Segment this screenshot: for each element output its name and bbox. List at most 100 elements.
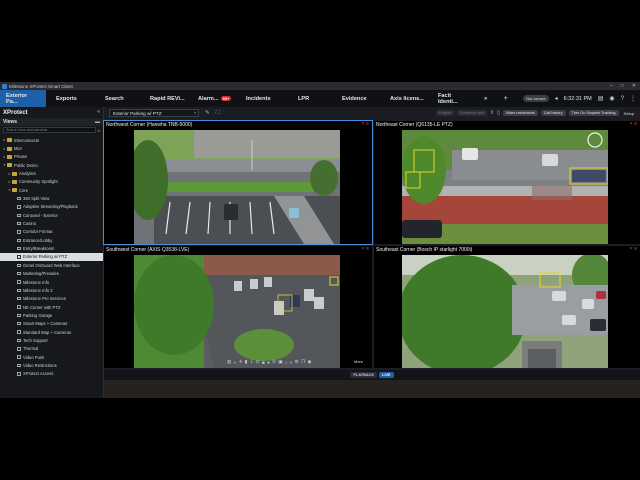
suspect-tracking-button[interactable]: Turn On Suspect Tracking: [568, 110, 619, 116]
tree-view-item[interactable]: Exterior Parking w/ PTZ: [0, 252, 103, 262]
notification-icon[interactable]: ◂: [555, 95, 558, 102]
tree-view-item[interactable]: Tech Support: [0, 336, 103, 344]
chevron-down-icon: ▾: [194, 111, 196, 115]
tree-folder[interactable]: ▸ Community Spotlight: [0, 178, 103, 186]
live-mode-button[interactable]: LIVE: [379, 372, 394, 378]
camera-tile[interactable]: Southeast Corner (Bosch IP starlight 700…: [374, 246, 640, 368]
close-camera-icon[interactable]: × ≡: [362, 246, 369, 252]
user-icon[interactable]: ◉: [609, 95, 614, 102]
digital-zoom-icon[interactable]: ⌕: [234, 360, 237, 365]
tree-folder[interactable]: ▾ Core: [0, 186, 103, 194]
tab-incidents[interactable]: Incidents: [240, 90, 288, 107]
snapshot-icon[interactable]: ◙: [262, 360, 265, 365]
tree-view-item[interactable]: XProtect Access: [0, 370, 103, 378]
pencil-icon[interactable]: ✎: [205, 110, 210, 116]
views-search-input[interactable]: Search view and cameras: [3, 127, 96, 133]
close-camera-icon[interactable]: × ≡: [630, 121, 637, 127]
tree-folder[interactable]: ▾ Public Demo: [0, 161, 103, 169]
tree-view-item[interactable]: Genel OnGuard Web Interface: [0, 261, 103, 269]
call-history-button[interactable]: Call history: [540, 110, 566, 116]
tree-view-item[interactable]: Parking Garage: [0, 311, 103, 319]
help-icon[interactable]: ?: [621, 96, 624, 102]
maximize-icon[interactable]: □: [621, 83, 624, 89]
export-icon[interactable]: ⇪: [490, 110, 494, 116]
document-icon[interactable]: ▤: [598, 95, 604, 102]
tab-axis-license[interactable]: Axis licens...: [384, 90, 432, 107]
tree-view-item[interactable]: Entrance/Lobby: [0, 236, 103, 244]
setup-button[interactable]: Setup: [622, 110, 636, 117]
tab-evidence[interactable]: Evidence: [336, 90, 384, 107]
mute-icon[interactable]: ◉: [307, 359, 311, 365]
tab-search[interactable]: Search: [96, 90, 144, 107]
tree-view-item[interactable]: Video Restrictions: [0, 361, 103, 369]
tree-folder[interactable]: ▸ Private: [0, 153, 103, 161]
tab-label: Exterior Pa...: [6, 92, 28, 105]
tree-view-item[interactable]: Smart Maps + Cameras: [0, 320, 103, 328]
tree-view-item[interactable]: Carousel - Exterior: [0, 211, 103, 219]
tab-label: Exports: [56, 95, 77, 102]
more-tabs-button[interactable]: »: [478, 90, 498, 107]
record-icon[interactable]: ●: [267, 360, 270, 365]
copy-icon[interactable]: ❐: [301, 359, 305, 365]
fullscreen-icon[interactable]: ⛶: [216, 110, 220, 117]
tree-view-item[interactable]: Milestone Info 2: [0, 286, 103, 294]
minimize-icon[interactable]: –: [610, 83, 613, 89]
tree-view-item[interactable]: Marketing/Presales: [0, 270, 103, 278]
tree-view-item[interactable]: NE Corner with PTZ: [0, 303, 103, 311]
search-icon[interactable]: ⌕: [290, 360, 293, 365]
export-icon[interactable]: ⇩: [250, 359, 254, 365]
video-restrictions-button[interactable]: Video restrictions: [502, 110, 538, 116]
settings-icon[interactable]: ⚙: [295, 359, 299, 365]
tree-view-item[interactable]: 360 Split View: [0, 194, 103, 202]
collapse-sidebar-icon[interactable]: «: [97, 109, 100, 115]
timeline-area[interactable]: [104, 380, 640, 398]
window-title: Milestone XProtect Smart Client: [9, 83, 73, 89]
camera-tile[interactable]: Northwest Corner (Hanwha TNB-9000) × ≡: [103, 120, 373, 245]
print-icon[interactable]: ▣: [278, 359, 282, 365]
views-pane-header[interactable]: Views ▬: [0, 118, 103, 126]
tree-folder[interactable]: ▸ Analytics: [0, 169, 103, 177]
talk-icon[interactable]: ✆: [272, 359, 276, 365]
tree-view-item[interactable]: Video Push: [0, 353, 103, 361]
tree-view-item[interactable]: Standard Map + Cameras: [0, 328, 103, 336]
view-selector[interactable]: Exterior Parking w/ PTZ ▾: [109, 109, 199, 117]
tab-exterior-parking[interactable]: Exterior Pa...: [0, 90, 46, 107]
minimize-pane-icon[interactable]: ▬: [95, 119, 100, 125]
lock-icon[interactable]: ⊡: [256, 359, 260, 365]
close-camera-icon[interactable]: × ≡: [362, 121, 369, 127]
playback-icon[interactable]: ▥: [227, 359, 231, 365]
tree-view-item[interactable]: Milestone Info: [0, 278, 103, 286]
bookmark-icon[interactable]: ▮: [245, 359, 247, 365]
search-icon[interactable]: ⌕: [98, 128, 100, 133]
tab-lpr[interactable]: LPR: [288, 90, 336, 107]
audio-icon[interactable]: ♪: [285, 360, 287, 365]
camera-title: Southwest Corner (AXIS Q3538-LVE): [106, 247, 190, 253]
camera-tile[interactable]: Southwest Corner (AXIS Q3538-LVE) × ≡: [104, 246, 372, 368]
more-button[interactable]: More: [354, 359, 363, 364]
tab-alarms[interactable]: Alarm... 99+: [192, 90, 240, 107]
close-icon[interactable]: ✕: [632, 83, 636, 89]
tab-exports[interactable]: Exports: [46, 90, 96, 107]
tree-view-item[interactable]: Casino: [0, 219, 103, 227]
tree-view-item[interactable]: Entry/Breakroom: [0, 244, 103, 252]
bookmark-icon[interactable]: ▯: [497, 110, 500, 116]
playback-mode-button[interactable]: PLAYBACK: [350, 372, 378, 378]
tree-folder[interactable]: ▸ Interconnects: [0, 136, 103, 144]
connection-status-pill[interactable]: Not secure: [523, 95, 549, 102]
tree-item-label: Public Demo: [14, 162, 38, 168]
settings-menu-icon[interactable]: ⋮: [630, 95, 636, 102]
tree-view-item[interactable]: Adaptive Streaming/Playback: [0, 203, 103, 211]
tree-view-item[interactable]: Milestone Pro Services: [0, 295, 103, 303]
language-dropdown[interactable]: English: [435, 110, 455, 116]
camera-tile[interactable]: Northeast Corner (Q6135-LE PTZ) × ≡: [374, 121, 640, 244]
tab-rapid-review[interactable]: Rapid REVi...: [144, 90, 192, 107]
tree-view-item[interactable]: Thermal: [0, 345, 103, 353]
tab-facit-identify[interactable]: Facit Identi...: [432, 90, 478, 107]
close-camera-icon[interactable]: × ≡: [630, 246, 637, 252]
camera-feed-northwest: [134, 130, 340, 244]
tree-view-item[interactable]: Corridor Format: [0, 228, 103, 236]
ptz-icon[interactable]: ✛: [239, 359, 243, 365]
add-tab-button[interactable]: +: [498, 90, 512, 107]
evidence-lock-button[interactable]: Evidence lock: [457, 110, 487, 116]
tree-folder[interactable]: ▸ MUI: [0, 144, 103, 152]
